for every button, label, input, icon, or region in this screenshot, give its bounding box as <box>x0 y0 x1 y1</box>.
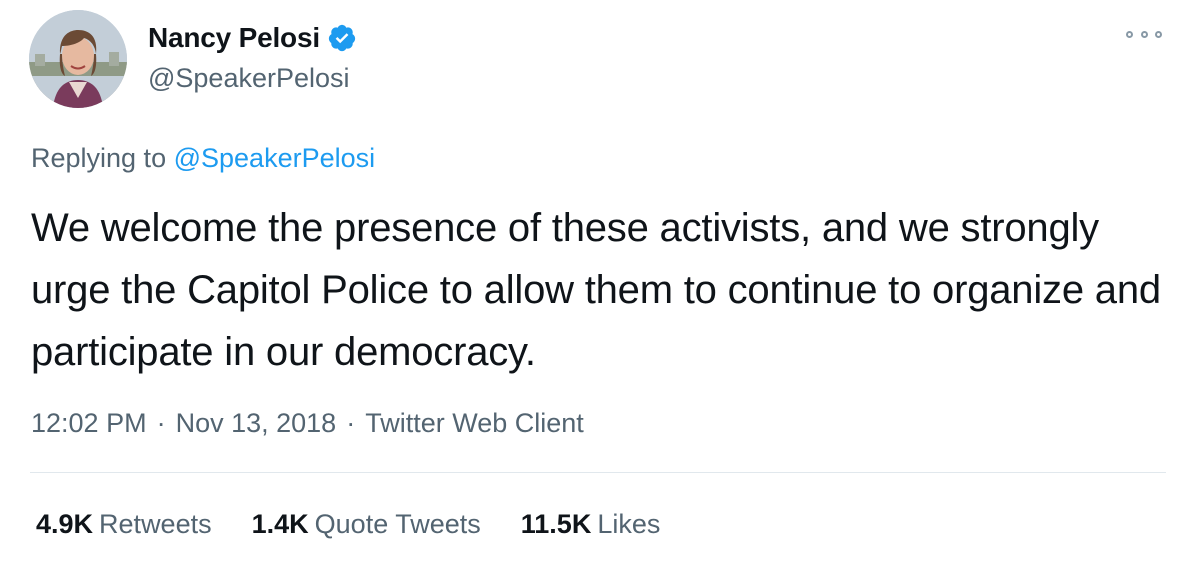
more-options-icon[interactable] <box>1126 24 1162 44</box>
retweets-stat[interactable]: 4.9K Retweets <box>36 506 212 542</box>
retweets-count: 4.9K <box>36 509 94 539</box>
tweet-date[interactable]: Nov 13, 2018 <box>176 408 337 438</box>
more-dot <box>1140 30 1148 38</box>
tweet-stats: 4.9K Retweets 1.4K Quote Tweets 11.5K Likes <box>36 506 700 542</box>
divider <box>30 472 1166 473</box>
more-dot <box>1155 30 1162 38</box>
meta-separator: · <box>156 408 166 438</box>
user-handle[interactable]: @SpeakerPelosi <box>148 60 350 96</box>
tweet-time[interactable]: 12:02 PM <box>31 408 147 438</box>
quote-tweets-count: 1.4K <box>251 509 309 539</box>
tweet-source[interactable]: Twitter Web Client <box>365 408 584 438</box>
reply-mention-link[interactable]: @SpeakerPelosi <box>174 143 376 173</box>
likes-count: 11.5K <box>520 509 592 539</box>
display-name-row[interactable]: Nancy Pelosi <box>148 18 357 58</box>
tweet-card: Nancy Pelosi @SpeakerPelosi Replying to … <box>0 0 1192 568</box>
retweets-label: Retweets <box>99 509 212 539</box>
quote-tweets-stat[interactable]: 1.4K Quote Tweets <box>252 506 481 542</box>
verified-badge-icon <box>327 23 357 53</box>
meta-separator: · <box>346 408 356 438</box>
display-name[interactable]: Nancy Pelosi <box>148 22 320 54</box>
avatar-portrait-icon <box>29 10 127 108</box>
tweet-text: We welcome the presence of these activis… <box>31 206 1161 374</box>
likes-label: Likes <box>597 509 661 539</box>
replying-to: Replying to @SpeakerPelosi <box>31 140 375 176</box>
avatar[interactable] <box>29 10 127 108</box>
likes-stat[interactable]: 11.5K Likes <box>521 506 661 542</box>
quote-tweets-label: Quote Tweets <box>314 509 481 539</box>
more-dot <box>1126 30 1133 38</box>
tweet-meta: 12:02 PM · Nov 13, 2018 · Twitter Web Client <box>31 405 584 441</box>
replying-to-label: Replying to <box>31 143 167 173</box>
